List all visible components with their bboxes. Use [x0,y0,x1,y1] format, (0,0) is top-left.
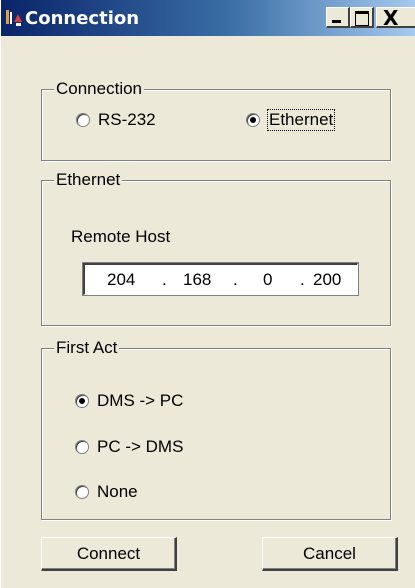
cancel-button[interactable]: Cancel [262,537,398,571]
remote-host-label: Remote Host [71,227,171,246]
close-icon: X [383,6,399,30]
ip-dot: . [162,270,167,289]
pc-to-dms-radio[interactable]: PC -> DMS [75,437,183,457]
maximize-button[interactable] [350,7,374,28]
first-act-legend: First Act [54,337,120,359]
radio-checked-icon [75,394,89,408]
ip-octet-3[interactable]: 0 [263,270,272,290]
none-label: None [97,482,138,501]
window-title: Connection [25,8,140,29]
ethernet-group: Ethernet Remote Host 204 . 168 . 0 . 200 [41,169,391,326]
rs232-label: RS-232 [98,110,156,129]
title-bar[interactable]: Connection X [1,0,415,36]
ip-dot: . [233,270,238,289]
ip-octet-1[interactable]: 204 [107,270,135,290]
connection-dialog: Connection X Connection RS-232 Ethernet … [0,0,415,588]
ethernet-radio[interactable]: Ethernet [246,109,336,131]
ip-octet-2[interactable]: 168 [183,270,211,290]
radio-unchecked-icon [75,440,89,454]
connection-group: Connection RS-232 Ethernet [41,78,391,161]
minimize-button[interactable] [326,7,350,28]
first-act-group: First Act DMS -> PC PC -> DMS None [41,337,391,520]
radio-unchecked-icon [75,485,89,499]
none-radio[interactable]: None [75,482,138,502]
ethernet-label: Ethernet [266,109,336,131]
ip-dot: . [300,270,305,289]
ip-address-field[interactable]: 204 . 168 . 0 . 200 [82,262,359,296]
radio-unchecked-icon [76,113,90,127]
ip-octet-4[interactable]: 200 [313,270,341,290]
connection-legend: Connection [54,78,145,100]
dms-to-pc-radio[interactable]: DMS -> PC [75,391,183,411]
app-icon [6,10,22,26]
connect-button[interactable]: Connect [41,537,177,571]
radio-checked-icon [246,113,260,127]
ethernet-legend: Ethernet [54,169,123,191]
dms-to-pc-label: DMS -> PC [97,391,184,410]
pc-to-dms-label: PC -> DMS [97,437,184,456]
close-button[interactable]: X [376,6,415,30]
rs232-radio[interactable]: RS-232 [76,110,156,130]
